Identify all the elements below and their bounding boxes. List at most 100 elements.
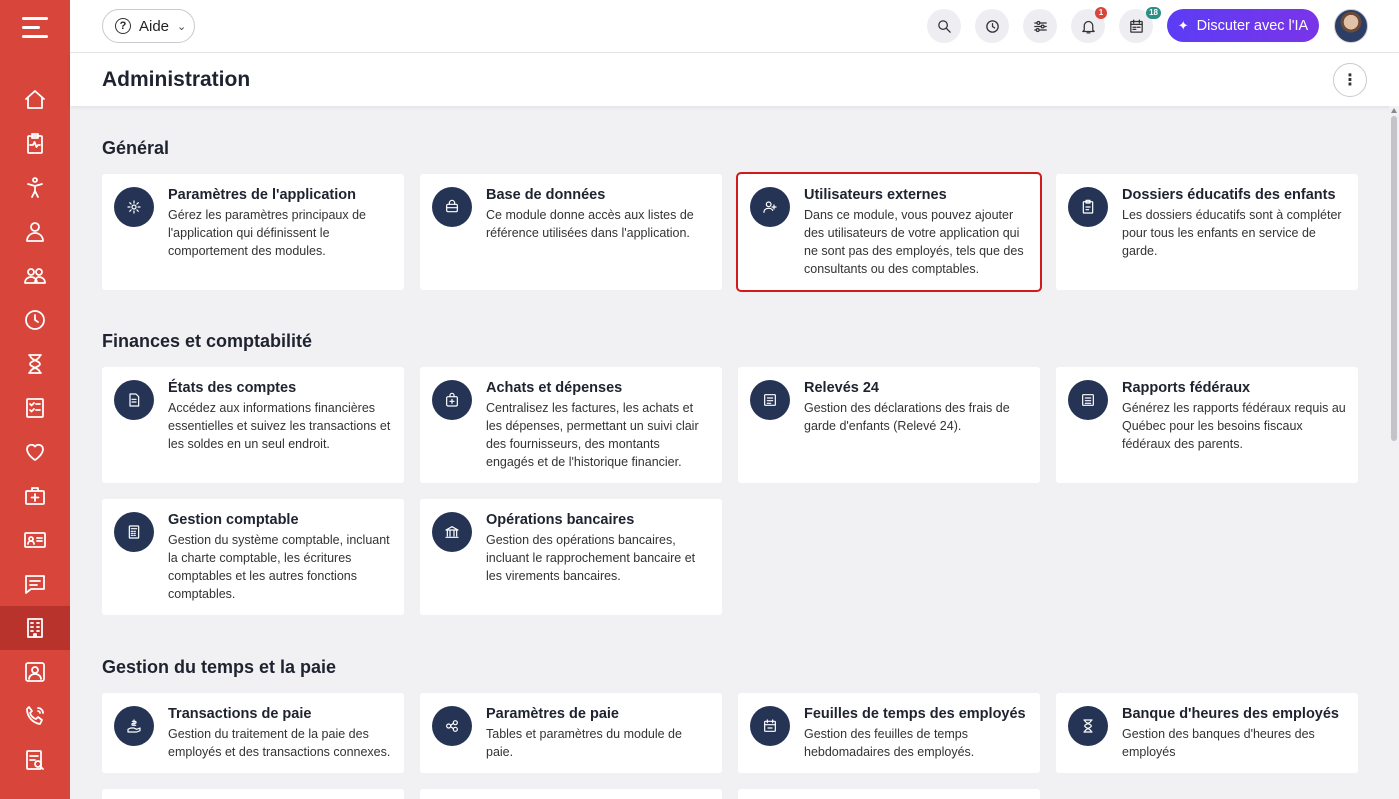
filter-sliders-icon[interactable] — [1023, 9, 1057, 43]
section-title-general: Général — [102, 138, 170, 158]
card-title: Paramètres de l'application — [168, 187, 356, 203]
calculator-icon — [114, 512, 154, 552]
sidebar — [0, 0, 70, 799]
clock-icon[interactable] — [0, 298, 70, 342]
avatar[interactable] — [1334, 9, 1368, 43]
card-title: Paramètres de paie — [486, 706, 619, 722]
card-title: Base de données — [486, 187, 606, 203]
bell-icon[interactable]: 1 — [1071, 7, 1107, 43]
card-timesheets[interactable]: Feuilles de temps des employés Gestion d… — [738, 693, 1040, 773]
card-hour-bank[interactable]: Banque d'heures des employés Gestion des… — [1056, 693, 1358, 773]
card-partial[interactable] — [420, 789, 722, 799]
card-description: Ce module donne accès aux listes de réfé… — [486, 208, 694, 240]
more-options-button[interactable]: ⋮ — [1333, 63, 1367, 97]
report-icon — [1068, 380, 1108, 420]
card-account-statements[interactable]: États des comptes Accédez aux informatio… — [102, 367, 404, 483]
hourglass-icon — [1068, 706, 1108, 746]
notifications-badge: 1 — [1095, 7, 1107, 19]
card-payroll-transactions[interactable]: Transactions de paie Gestion du traiteme… — [102, 693, 404, 773]
contact-icon[interactable] — [0, 650, 70, 694]
history-icon[interactable] — [975, 9, 1009, 43]
card-description: Les dossiers éducatifs sont à compléter … — [1122, 208, 1342, 258]
report-search-icon[interactable] — [0, 738, 70, 782]
clipboard-icon — [1068, 187, 1108, 227]
hourglass-icon[interactable] — [0, 342, 70, 386]
ai-chat-label: Discuter avec l'IA — [1196, 17, 1309, 34]
card-releves-24[interactable]: Relevés 24 Gestion des déclarations des … — [738, 367, 1040, 483]
heart-icon[interactable] — [0, 430, 70, 474]
vertical-scrollbar[interactable] — [1389, 106, 1399, 799]
card-title: Opérations bancaires — [486, 512, 635, 528]
menu-toggle-icon[interactable] — [22, 17, 48, 39]
page-title: Administration — [102, 68, 251, 91]
card-description: Gestion des feuilles de temps hebdomadai… — [804, 727, 975, 759]
admin-content: Général Paramètres de l'application Gére… — [70, 106, 1387, 799]
card-description: Centralisez les factures, les achats et … — [486, 401, 699, 469]
card-accounting[interactable]: Gestion comptable Gestion du système com… — [102, 499, 404, 615]
card-description: Générez les rapports fédéraux requis au … — [1122, 401, 1346, 451]
calendar-badge: 18 — [1146, 7, 1161, 19]
section-title-finances: Finances et comptabilité — [102, 331, 313, 351]
building-icon[interactable] — [0, 606, 70, 650]
payment-icon — [114, 706, 154, 746]
page-header: Administration ⋮ — [70, 53, 1399, 106]
card-partial[interactable] — [102, 789, 404, 799]
card-payroll-settings[interactable]: Paramètres de paie Tables et paramètres … — [420, 693, 722, 773]
bank-icon — [432, 512, 472, 552]
card-app-settings[interactable]: Paramètres de l'application Gérez les pa… — [102, 174, 404, 290]
gear-icon — [114, 187, 154, 227]
card-title: Transactions de paie — [168, 706, 312, 722]
chevron-down-icon: ⌄ — [177, 20, 187, 33]
ai-chat-button[interactable]: ✦ Discuter avec l'IA — [1167, 9, 1319, 42]
settings-nodes-icon — [432, 706, 472, 746]
card-title: États des comptes — [168, 380, 297, 396]
child-icon[interactable] — [0, 166, 70, 210]
receipt-icon — [750, 380, 790, 420]
card-title: Rapports fédéraux — [1122, 380, 1251, 396]
card-external-users[interactable]: Utilisateurs externes Dans ce module, vo… — [736, 172, 1042, 292]
card-description: Gestion du traitement de la paie des emp… — [168, 727, 391, 759]
scrollbar-thumb[interactable] — [1391, 116, 1397, 441]
card-description: Gestion des banques d'heures des employé… — [1122, 727, 1315, 759]
checklist-icon[interactable] — [0, 386, 70, 430]
card-database[interactable]: Base de données Ce module donne accès au… — [420, 174, 722, 290]
card-title: Gestion comptable — [168, 512, 299, 528]
card-federal-reports[interactable]: Rapports fédéraux Générez les rapports f… — [1056, 367, 1358, 483]
calendar-news-icon[interactable]: 18 — [1119, 7, 1161, 43]
database-icon — [432, 187, 472, 227]
help-button[interactable]: ? Aide ⌄ — [102, 9, 195, 43]
card-description: Gestion du système comptable, incluant l… — [168, 533, 390, 601]
help-icon: ? — [115, 18, 131, 34]
user-plus-icon — [750, 187, 790, 227]
help-label: Aide — [139, 17, 170, 35]
clipboard-pulse-icon[interactable] — [0, 122, 70, 166]
card-purchases-expenses[interactable]: Achats et dépenses Centralisez les factu… — [420, 367, 722, 483]
shopping-bag-icon — [432, 380, 472, 420]
card-title: Achats et dépenses — [486, 380, 623, 396]
scroll-up-icon[interactable] — [1391, 108, 1397, 113]
home-icon[interactable] — [0, 78, 70, 122]
sparkle-icon: ✦ — [1177, 17, 1189, 33]
card-title: Feuilles de temps des employés — [804, 706, 1026, 722]
card-title: Banque d'heures des employés — [1122, 706, 1339, 722]
card-title: Relevés 24 — [804, 380, 879, 396]
card-description: Gérez les paramètres principaux de l'app… — [168, 208, 367, 258]
card-description: Gestion des opérations bancaires, inclua… — [486, 533, 696, 583]
card-description: Gestion des déclarations des frais de ga… — [804, 401, 1010, 433]
search-icon[interactable] — [927, 9, 961, 43]
card-title: Utilisateurs externes — [804, 187, 947, 203]
card-child-records[interactable]: Dossiers éducatifs des enfants Les dossi… — [1056, 174, 1358, 290]
card-title: Dossiers éducatifs des enfants — [1122, 187, 1336, 203]
id-card-icon[interactable] — [0, 518, 70, 562]
person-icon[interactable] — [0, 210, 70, 254]
calendar-icon — [750, 706, 790, 746]
card-description: Accédez aux informations financières ess… — [168, 401, 391, 451]
document-icon — [114, 380, 154, 420]
medical-kit-icon[interactable] — [0, 474, 70, 518]
card-partial[interactable] — [738, 789, 1040, 799]
group-icon[interactable] — [0, 254, 70, 298]
card-banking[interactable]: Opérations bancaires Gestion des opérati… — [420, 499, 722, 615]
chat-icon[interactable] — [0, 562, 70, 606]
card-description: Tables et paramètres du module de paie. — [486, 727, 682, 759]
phone-icon[interactable] — [0, 694, 70, 738]
